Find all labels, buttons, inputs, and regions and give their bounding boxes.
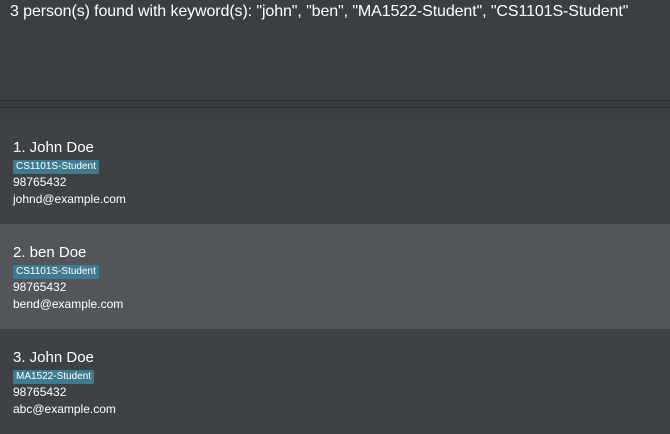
person-tag: MA1522-Student (13, 370, 95, 384)
person-list: 1. John Doe CS1101S-Student 98765432 joh… (0, 108, 670, 434)
person-name: 2. ben Doe (13, 244, 87, 261)
person-card[interactable]: 3. John Doe MA1522-Student 98765432 abc@… (0, 329, 670, 434)
person-email: bend@example.com (13, 297, 124, 311)
person-name: 1. John Doe (13, 139, 94, 156)
person-email: johnd@example.com (13, 192, 126, 206)
person-phone: 98765432 (13, 385, 67, 399)
result-display: 3 person(s) found with keyword(s): "john… (0, 0, 670, 100)
result-message: 3 person(s) found with keyword(s): "john… (10, 3, 629, 20)
person-tag: CS1101S-Student (13, 160, 99, 174)
person-card[interactable]: 2. ben Doe CS1101S-Student 98765432 bend… (0, 224, 670, 329)
person-email: abc@example.com (13, 402, 116, 416)
person-tag: CS1101S-Student (13, 265, 99, 279)
person-phone: 98765432 (13, 280, 67, 294)
person-phone: 98765432 (13, 175, 67, 189)
person-card[interactable]: 1. John Doe CS1101S-Student 98765432 joh… (0, 119, 670, 224)
panel-divider[interactable] (0, 100, 670, 108)
person-name: 3. John Doe (13, 349, 94, 366)
